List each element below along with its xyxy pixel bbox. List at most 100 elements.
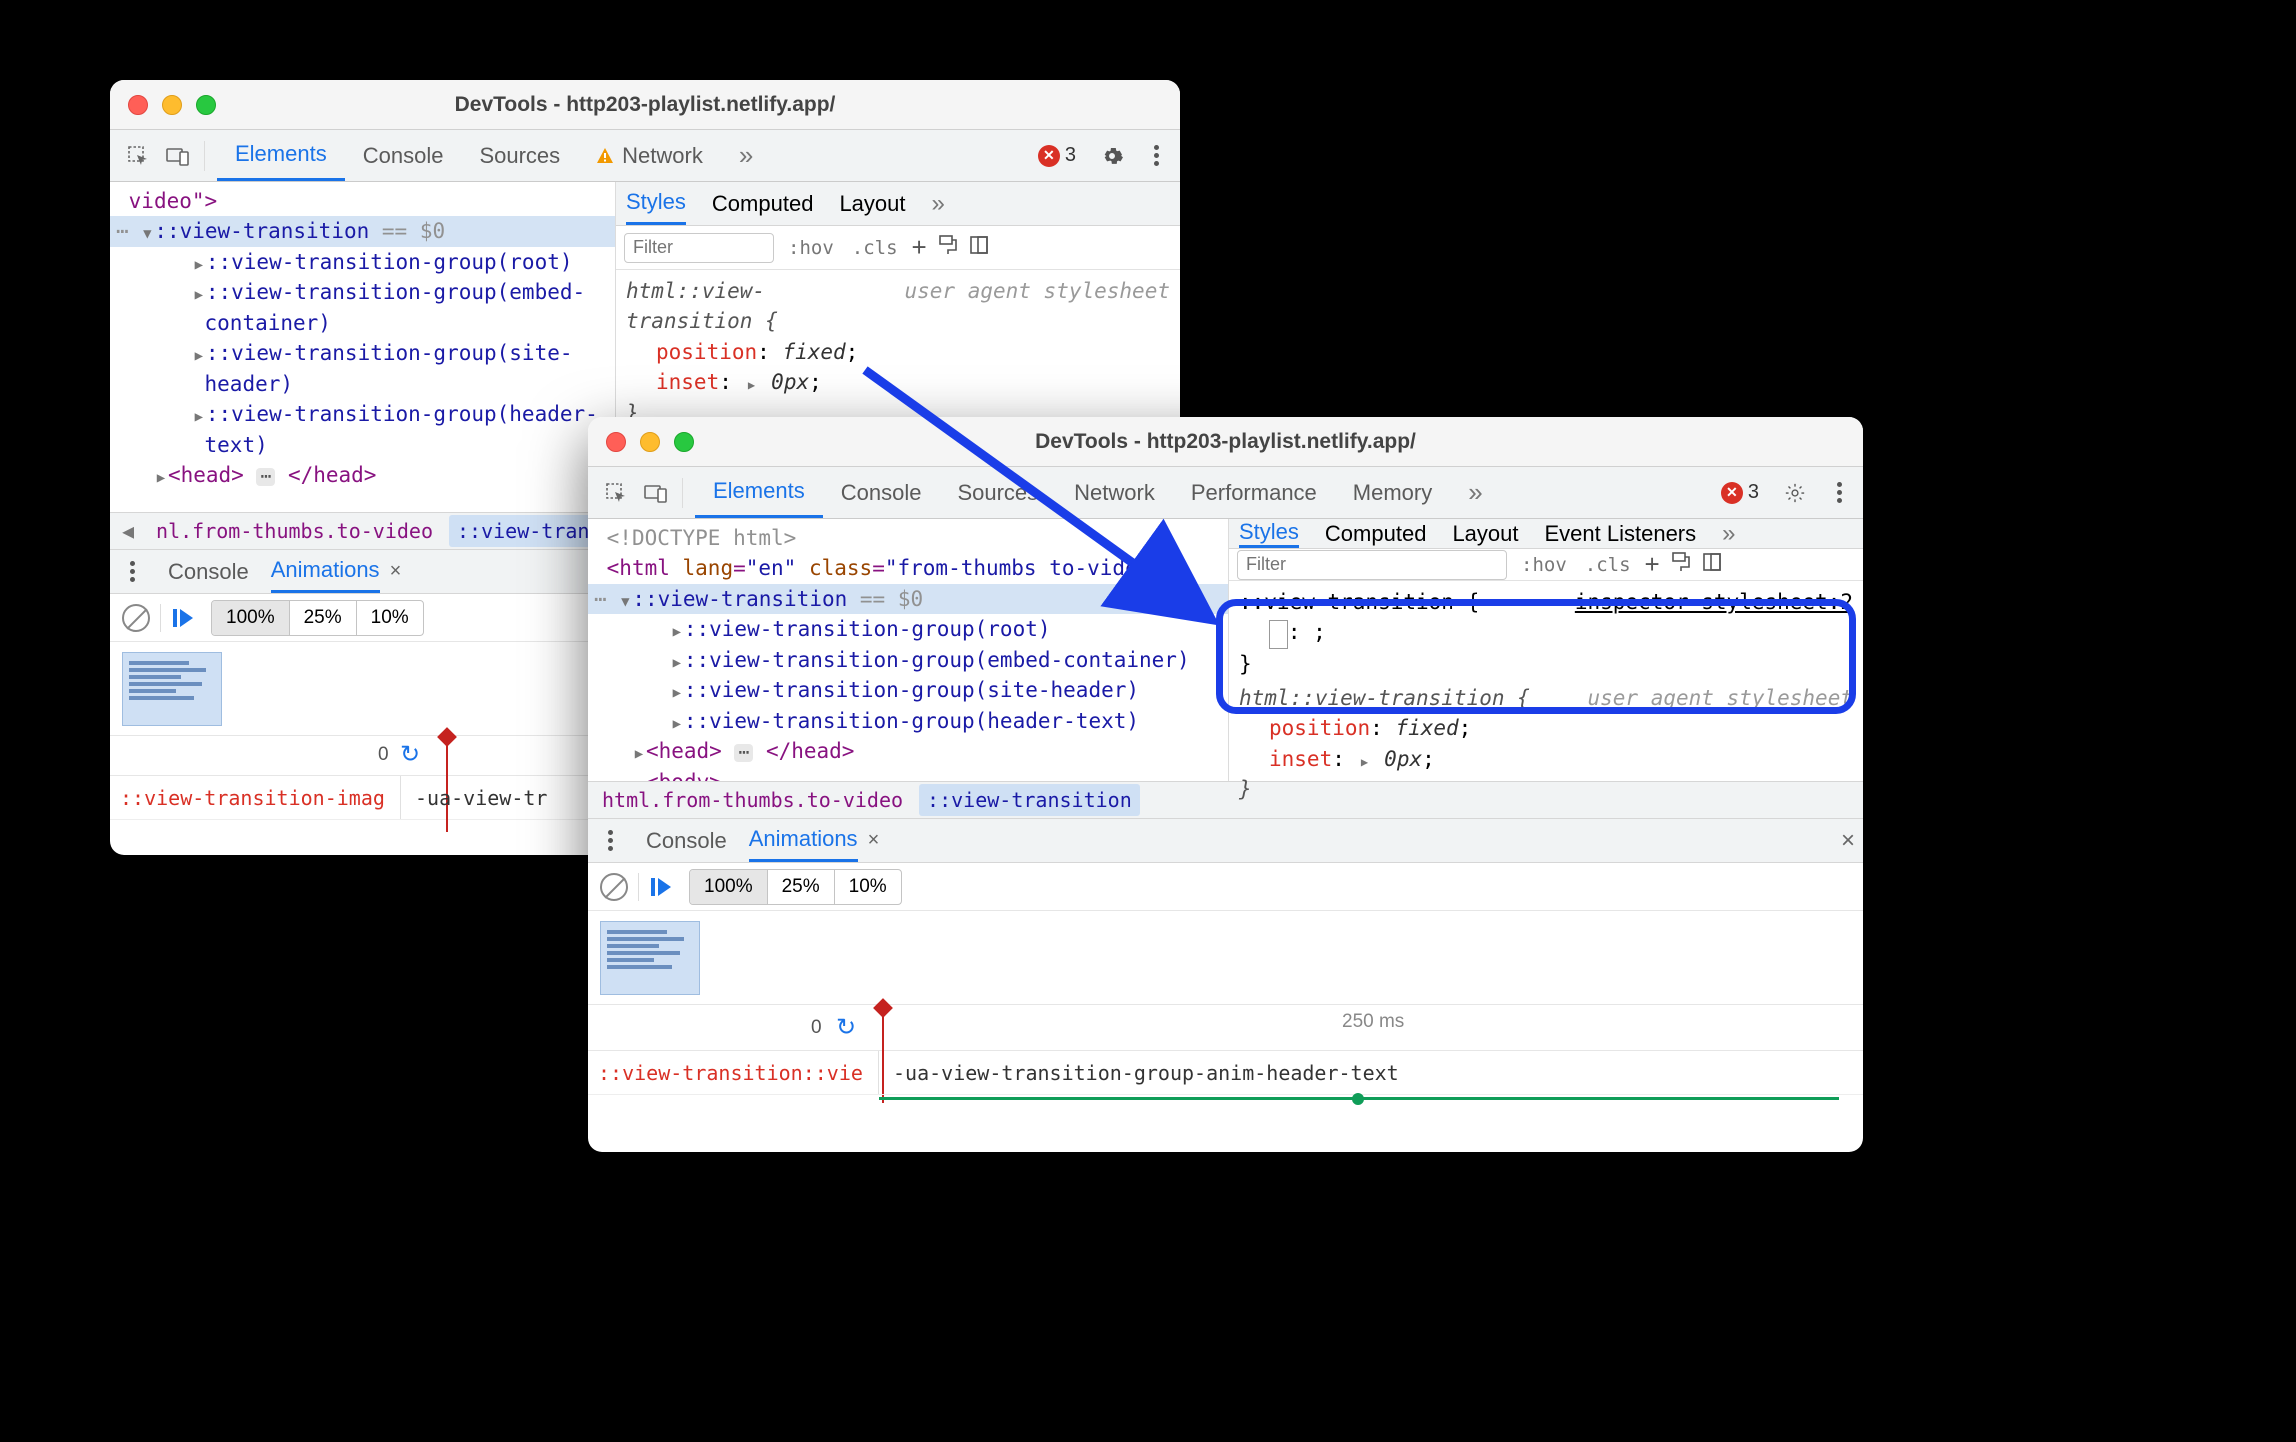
minimize-icon[interactable] bbox=[162, 95, 182, 115]
tab-console[interactable]: Console bbox=[823, 467, 940, 518]
device-icon[interactable] bbox=[158, 136, 198, 176]
tab-network[interactable]: Network bbox=[1056, 467, 1173, 518]
zoom-icon[interactable] bbox=[674, 432, 694, 452]
tab-sources[interactable]: Sources bbox=[461, 130, 578, 181]
speed-100[interactable]: 100% bbox=[690, 870, 768, 904]
animation-row[interactable]: ::view-transition::vie -ua-view-transiti… bbox=[588, 1051, 1863, 1095]
speed-25[interactable]: 25% bbox=[768, 870, 835, 904]
inspect-icon[interactable] bbox=[118, 136, 158, 176]
drawer-tab-animations[interactable]: Animations bbox=[271, 550, 380, 593]
css-prop[interactable]: position bbox=[656, 340, 757, 364]
drawer-tab-animations[interactable]: Animations bbox=[749, 819, 858, 862]
hov-button[interactable]: :hov bbox=[784, 235, 838, 261]
main-toolbar: Elements Console Sources Network Perform… bbox=[588, 467, 1863, 519]
drawer-tab-close-icon[interactable]: × bbox=[390, 560, 402, 583]
speed-100[interactable]: 100% bbox=[212, 601, 290, 635]
more-styles-tabs-icon[interactable]: » bbox=[1722, 519, 1735, 548]
device-icon[interactable] bbox=[636, 473, 676, 513]
filter-input[interactable] bbox=[1237, 550, 1507, 580]
settings-icon[interactable] bbox=[1092, 136, 1132, 176]
clear-icon[interactable] bbox=[600, 873, 628, 901]
tab-memory[interactable]: Memory bbox=[1335, 467, 1450, 518]
source-link[interactable]: inspector-stylesheet:2 bbox=[1575, 587, 1853, 617]
speed-25[interactable]: 25% bbox=[290, 601, 357, 635]
inspect-icon[interactable] bbox=[596, 473, 636, 513]
new-rule-icon[interactable]: + bbox=[1645, 549, 1660, 580]
timeline-tick: 250 ms bbox=[1342, 1011, 1404, 1033]
tab-console[interactable]: Console bbox=[345, 130, 462, 181]
hov-button[interactable]: :hov bbox=[1517, 552, 1571, 578]
tab-performance[interactable]: Performance bbox=[1173, 467, 1335, 518]
drawer-close-icon[interactable]: × bbox=[1841, 827, 1855, 855]
styles-tab-computed[interactable]: Computed bbox=[712, 182, 814, 225]
cls-button[interactable]: .cls bbox=[848, 235, 902, 261]
drawer-kebab-icon[interactable] bbox=[596, 830, 624, 851]
kebab-icon[interactable] bbox=[1825, 482, 1853, 503]
play-icon[interactable] bbox=[171, 608, 201, 628]
cls-button[interactable]: .cls bbox=[1581, 552, 1635, 578]
styles-tab-computed[interactable]: Computed bbox=[1325, 519, 1427, 548]
error-badge[interactable]: ✕ 3 bbox=[1032, 142, 1082, 169]
close-icon[interactable] bbox=[606, 432, 626, 452]
elements-tree[interactable]: video"> ⋯ ▼::view-transition == $0 ▶::vi… bbox=[110, 182, 615, 512]
drawer-tab-console[interactable]: Console bbox=[168, 550, 249, 593]
elements-tree[interactable]: <!DOCTYPE html> <html lang="en" class="f… bbox=[588, 519, 1228, 781]
kebab-icon[interactable] bbox=[1142, 145, 1170, 166]
close-icon[interactable] bbox=[128, 95, 148, 115]
styles-tab-listeners[interactable]: Event Listeners bbox=[1545, 519, 1697, 548]
error-badge[interactable]: ✕ 3 bbox=[1715, 479, 1765, 506]
minimize-icon[interactable] bbox=[640, 432, 660, 452]
computed-panel-icon[interactable] bbox=[1702, 552, 1722, 578]
tab-network[interactable]: Network bbox=[578, 130, 721, 181]
breadcrumb-back-icon[interactable]: ◀ bbox=[116, 519, 140, 543]
drawer-tab-console[interactable]: Console bbox=[646, 819, 727, 862]
panel-tabs: Elements Console Sources Network » bbox=[217, 130, 1032, 181]
timeline-zero: 0 bbox=[811, 1017, 822, 1039]
tab-sources[interactable]: Sources bbox=[939, 467, 1056, 518]
styles-tab-styles[interactable]: Styles bbox=[1239, 519, 1299, 548]
tab-elements[interactable]: Elements bbox=[217, 130, 345, 181]
animation-thumbnail[interactable] bbox=[600, 921, 700, 995]
zoom-icon[interactable] bbox=[196, 95, 216, 115]
speed-10[interactable]: 10% bbox=[357, 601, 423, 635]
replay-icon[interactable]: ↻ bbox=[836, 1013, 856, 1042]
error-icon: ✕ bbox=[1038, 145, 1060, 167]
drawer-tab-close-icon[interactable]: × bbox=[868, 829, 880, 852]
crumb-view-transition[interactable]: ::view-transition bbox=[919, 784, 1140, 816]
inspector-rule[interactable]: inspector-stylesheet:2 ::view-transition… bbox=[1239, 587, 1853, 617]
filter-input[interactable] bbox=[624, 233, 774, 263]
more-tabs-icon[interactable]: » bbox=[721, 130, 771, 181]
play-icon[interactable] bbox=[649, 877, 679, 897]
paint-icon[interactable] bbox=[1670, 551, 1692, 579]
crumb-html[interactable]: html.from-thumbs.to-video bbox=[594, 784, 911, 816]
crumb-html[interactable]: nl.from-thumbs.to-video bbox=[148, 515, 441, 547]
styles-tab-layout[interactable]: Layout bbox=[839, 182, 905, 225]
more-tabs-icon[interactable]: » bbox=[1450, 467, 1500, 518]
animation-thumbnail[interactable] bbox=[122, 652, 222, 726]
styles-tab-styles[interactable]: Styles bbox=[626, 182, 686, 225]
more-styles-tabs-icon[interactable]: » bbox=[932, 182, 945, 225]
window-title: DevTools - http203-playlist.netlify.app/ bbox=[606, 430, 1845, 454]
titlebar: DevTools - http203-playlist.netlify.app/ bbox=[588, 417, 1863, 467]
styles-sidebar: Styles Computed Layout Event Listeners »… bbox=[1228, 519, 1863, 781]
traffic-lights bbox=[128, 95, 216, 115]
new-rule-icon[interactable]: + bbox=[912, 232, 927, 263]
timeline-zero: 0 bbox=[378, 744, 389, 766]
settings-icon[interactable] bbox=[1775, 473, 1815, 513]
speed-10[interactable]: 10% bbox=[835, 870, 901, 904]
clear-icon[interactable] bbox=[122, 604, 150, 632]
replay-icon[interactable]: ↻ bbox=[400, 740, 420, 769]
source-label: user agent stylesheet bbox=[904, 276, 1170, 306]
drawer-tabs: Console Animations × × bbox=[588, 819, 1863, 863]
styles-tab-layout[interactable]: Layout bbox=[1452, 519, 1518, 548]
drawer-kebab-icon[interactable] bbox=[118, 561, 146, 582]
css-prop[interactable]: inset bbox=[656, 370, 719, 394]
devtools-window-large: DevTools - http203-playlist.netlify.app/… bbox=[588, 417, 1863, 1152]
tab-elements[interactable]: Elements bbox=[695, 467, 823, 518]
paint-icon[interactable] bbox=[937, 234, 959, 262]
speed-buttons: 100% 25% 10% bbox=[211, 600, 424, 636]
animations-controls: 100% 25% 10% bbox=[588, 863, 1863, 911]
css-edit-input[interactable] bbox=[1269, 620, 1288, 648]
main-toolbar: Elements Console Sources Network » ✕ 3 bbox=[110, 130, 1180, 182]
computed-panel-icon[interactable] bbox=[969, 235, 989, 261]
